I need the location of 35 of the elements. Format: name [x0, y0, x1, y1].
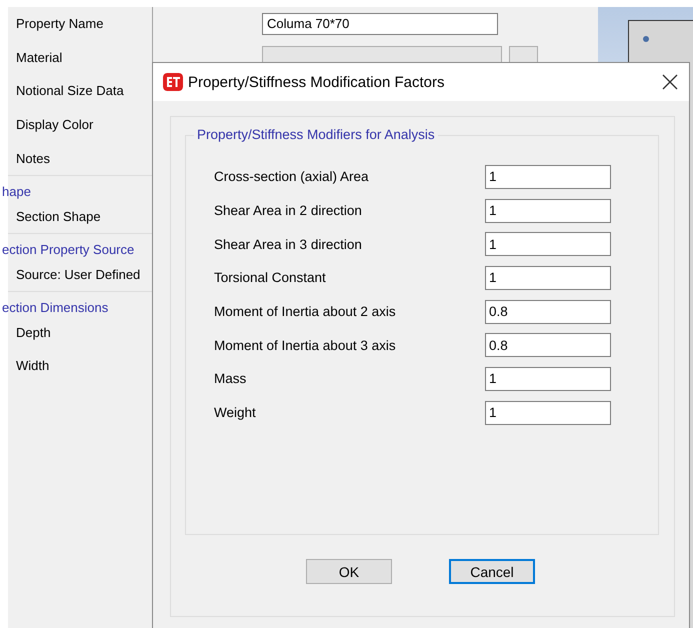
- cancel-button[interactable]: Cancel: [449, 559, 535, 584]
- property-name-field[interactable]: Columa 70*70: [262, 12, 498, 35]
- field-label: Shear Area in 3 direction: [214, 236, 363, 252]
- field-label: Depth: [16, 324, 51, 340]
- input-field[interactable]: 1: [485, 198, 611, 223]
- field-label: Torsional Constant: [214, 270, 327, 286]
- field-label: Material: [16, 50, 64, 65]
- field-label: Source: User Defined: [16, 266, 140, 282]
- app-logo-icon: [163, 73, 183, 91]
- input-field[interactable]: 1: [485, 266, 611, 290]
- input-field[interactable]: 0.8: [485, 300, 611, 324]
- field-label: Property Name: [16, 16, 104, 32]
- field-label: Notes: [16, 150, 51, 166]
- field-label: Display Color: [16, 117, 94, 132]
- input-field[interactable]: 1: [485, 366, 611, 391]
- point-icon: [643, 36, 649, 42]
- input-field[interactable]: 1: [485, 232, 611, 256]
- input-field[interactable]: 0.8: [485, 333, 611, 358]
- field-label: Mass: [214, 371, 248, 386]
- section-heading: hape: [2, 184, 32, 200]
- close-icon[interactable]: [661, 73, 679, 91]
- input-field[interactable]: 1: [485, 164, 611, 189]
- field-label: Weight: [214, 405, 257, 420]
- field-label: Section Shape: [16, 208, 101, 224]
- group-title: Property/Stiffness Modifiers for Analysis: [194, 127, 438, 142]
- section-heading: ection Property Source: [2, 242, 136, 258]
- field-label: Width: [16, 358, 50, 373]
- ok-button[interactable]: OK: [306, 559, 392, 584]
- field-label: Shear Area in 2 direction: [214, 203, 363, 218]
- input-field[interactable]: 1: [485, 400, 611, 425]
- field-label: Moment of Inertia about 2 axis: [214, 304, 397, 320]
- dialog-title: Property/Stiffness Modification Factors: [188, 74, 446, 90]
- field-label: Moment of Inertia about 3 axis: [214, 338, 397, 353]
- field-label: Cross-section (axial) Area: [214, 169, 370, 184]
- section-heading: ection Dimensions: [2, 300, 110, 316]
